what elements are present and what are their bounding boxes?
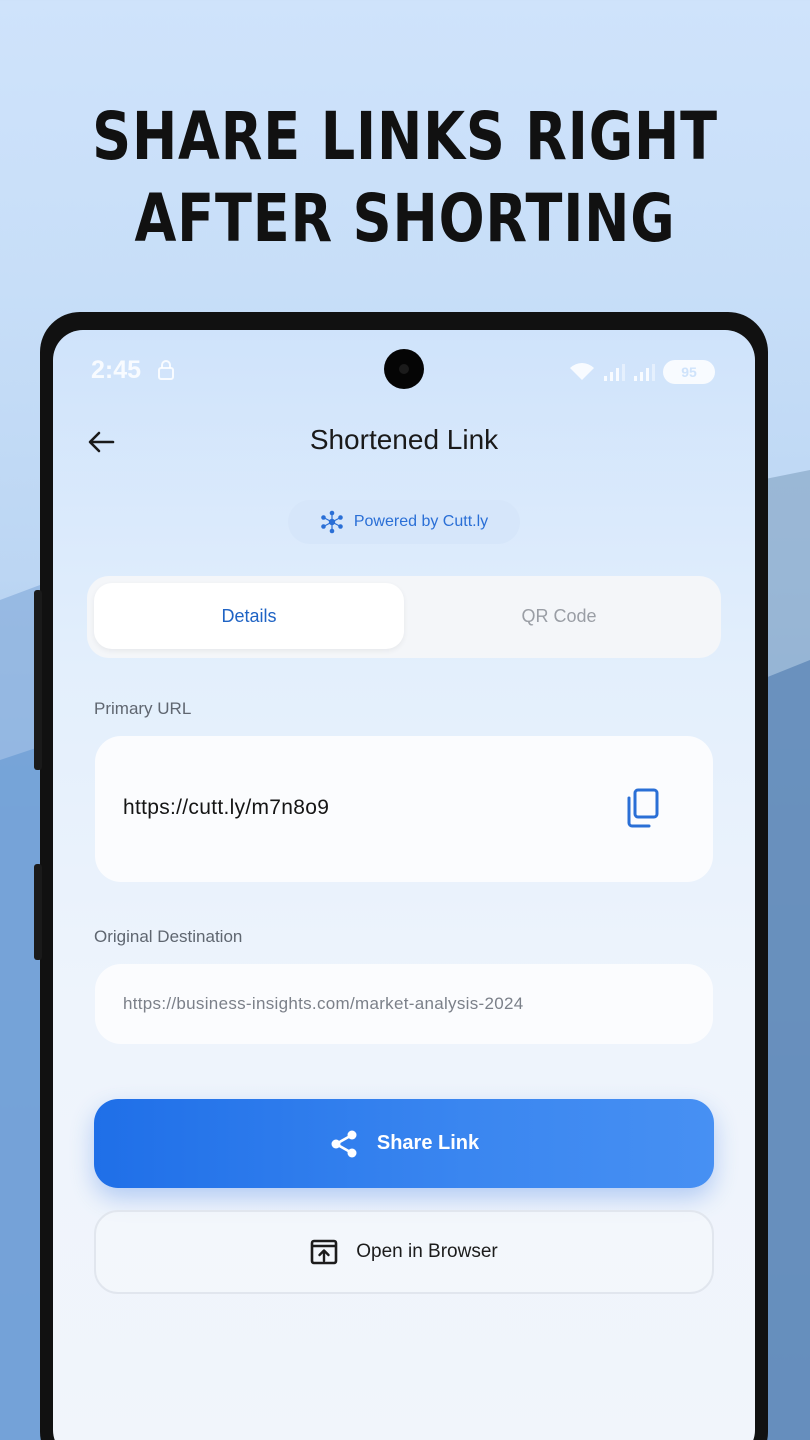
network-icon <box>321 510 343 534</box>
original-destination-label: Original Destination <box>94 927 243 946</box>
tab-details[interactable]: Details <box>94 583 404 649</box>
open-in-browser-label: Open in Browser <box>356 1241 498 1262</box>
signal-icon <box>604 364 625 381</box>
lock-icon <box>158 360 174 380</box>
page-title: Shortened Link <box>309 424 499 455</box>
signal-icon-2 <box>634 364 655 381</box>
original-destination-value: https://business-insights.com/market-ana… <box>123 994 524 1013</box>
tab-bar: Details QR Code <box>87 576 721 658</box>
powered-by-text: Powered by Cutt.ly <box>353 513 489 530</box>
headline-line-2: AFTER SHORTING <box>134 180 676 257</box>
phone-side-button <box>34 864 42 960</box>
tab-qr-code[interactable]: QR Code <box>404 583 714 649</box>
phone-screen: 2:45 95 Shortened Link Powered by Cutt.l… <box>53 330 755 1440</box>
share-icon <box>331 1130 357 1157</box>
original-destination-card: https://business-insights.com/market-ana… <box>95 964 713 1044</box>
copy-icon[interactable] <box>625 788 661 828</box>
share-link-label: Share Link <box>376 1132 480 1154</box>
status-bar: 2:45 95 <box>53 330 755 410</box>
primary-url-value[interactable]: https://cutt.ly/m7n8o9 <box>123 796 329 820</box>
battery-indicator: 95 <box>663 360 715 384</box>
primary-url-card: https://cutt.ly/m7n8o9 <box>95 736 713 882</box>
wifi-icon <box>570 363 594 380</box>
status-time: 2:45 <box>91 356 142 384</box>
phone-side-button <box>34 590 42 770</box>
headline: SHARE LINKS RIGHT AFTER SHORTING <box>73 96 737 260</box>
system-icons: 95 <box>569 360 715 384</box>
primary-url-label: Primary URL <box>94 699 192 718</box>
open-in-browser-button[interactable]: Open in Browser <box>94 1210 714 1294</box>
powered-by-badge: Powered by Cutt.ly <box>288 500 520 544</box>
share-link-button[interactable]: Share Link <box>94 1099 714 1188</box>
headline-line-1: SHARE LINKS RIGHT <box>92 98 718 175</box>
open-in-browser-icon <box>310 1239 338 1265</box>
front-camera <box>384 349 424 389</box>
